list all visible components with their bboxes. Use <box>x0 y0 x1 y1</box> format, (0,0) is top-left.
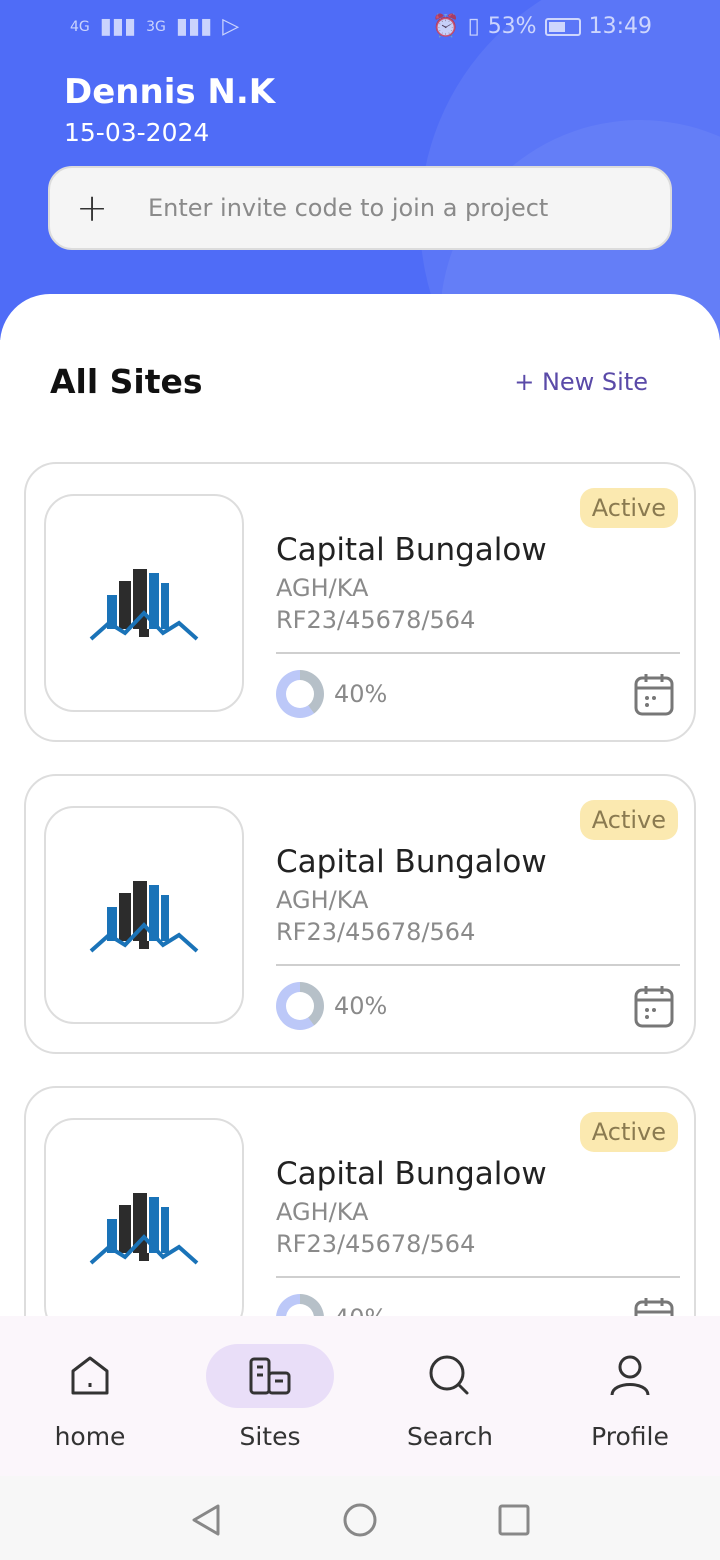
progress-ring-icon <box>276 670 324 718</box>
nav-profile[interactable]: Profile <box>540 1344 720 1451</box>
calendar-icon[interactable] <box>634 984 674 1032</box>
progress: 40% <box>276 982 387 1030</box>
site-location: AGH/KA <box>276 886 369 914</box>
progress-value: 40% <box>334 680 388 708</box>
site-name: Capital Bungalow <box>276 1156 547 1192</box>
nav-label: Profile <box>591 1422 669 1451</box>
vibrate-icon: ▯ <box>467 14 480 39</box>
site-location: AGH/KA <box>276 1198 369 1226</box>
header: 4G ▮▮▮ 3G ▮▮▮ ▷ ⏰ ▯ 53% 13:49 Dennis N.K… <box>0 0 720 340</box>
status-bar: 4G ▮▮▮ 3G ▮▮▮ ▷ ⏰ ▯ 53% 13:49 <box>0 10 720 46</box>
divider <box>276 652 680 654</box>
system-nav-bar <box>0 1476 720 1560</box>
clock: 13:49 <box>588 14 652 39</box>
header-date: 15-03-2024 <box>64 118 210 147</box>
site-name: Capital Bungalow <box>276 844 547 880</box>
site-reference: RF23/45678/564 <box>276 606 476 634</box>
new-site-button[interactable]: + New Site <box>514 368 648 396</box>
site-card[interactable]: Active Capital Bungalow AGH/KA RF23/4567… <box>24 1086 696 1324</box>
search-icon <box>429 1355 469 1395</box>
status-badge: Active <box>579 800 678 840</box>
home-button-icon[interactable] <box>340 1500 380 1540</box>
home-icon <box>71 1356 109 1395</box>
nav-search[interactable]: Search <box>360 1344 540 1451</box>
divider <box>276 1276 680 1278</box>
user-name: Dennis N.K <box>64 72 276 112</box>
recents-icon[interactable] <box>494 1500 534 1540</box>
bottom-nav: home Sites Search Profile <box>0 1316 720 1476</box>
signal-icon: ▮▮▮ <box>99 14 137 39</box>
site-card[interactable]: Active Capital Bungalow AGH/KA RF23/4567… <box>24 774 696 1054</box>
site-card[interactable]: Active Capital Bungalow AGH/KA RF23/4567… <box>24 462 696 742</box>
divider <box>276 964 680 966</box>
nav-sites[interactable]: Sites <box>180 1344 360 1451</box>
site-logo <box>44 494 244 712</box>
site-name: Capital Bungalow <box>276 532 547 568</box>
network-3g-icon: 3G <box>146 18 166 35</box>
site-location: AGH/KA <box>276 574 369 602</box>
progress-ring-icon <box>276 982 324 1030</box>
sites-icon <box>249 1357 291 1395</box>
nav-label: home <box>54 1422 126 1451</box>
profile-icon <box>610 1355 650 1396</box>
back-icon[interactable] <box>186 1500 226 1540</box>
status-badge: Active <box>579 1112 678 1152</box>
site-reference: RF23/45678/564 <box>276 1230 476 1258</box>
battery-icon <box>544 17 581 36</box>
nav-label: Search <box>407 1422 493 1451</box>
invite-code-box[interactable]: + <box>48 166 672 250</box>
progress-value: 40% <box>334 992 388 1020</box>
play-icon: ▷ <box>222 14 240 39</box>
battery-percent: 53% <box>487 14 537 39</box>
site-logo <box>44 1118 244 1324</box>
plus-icon[interactable]: + <box>50 186 134 230</box>
sites-panel: All Sites + New Site Active Capital Bung… <box>0 294 720 1324</box>
nav-home[interactable]: home <box>0 1344 180 1451</box>
calendar-icon[interactable] <box>634 672 674 720</box>
alarm-icon: ⏰ <box>432 14 460 39</box>
progress: 40% <box>276 670 387 718</box>
nav-label: Sites <box>239 1422 301 1451</box>
site-logo <box>44 806 244 1024</box>
status-badge: Active <box>579 488 678 528</box>
site-reference: RF23/45678/564 <box>276 918 476 946</box>
signal-icon-2: ▮▮▮ <box>175 14 213 39</box>
section-title: All Sites <box>50 362 203 401</box>
invite-code-input[interactable] <box>134 194 670 222</box>
network-4g-icon: 4G <box>70 18 90 35</box>
